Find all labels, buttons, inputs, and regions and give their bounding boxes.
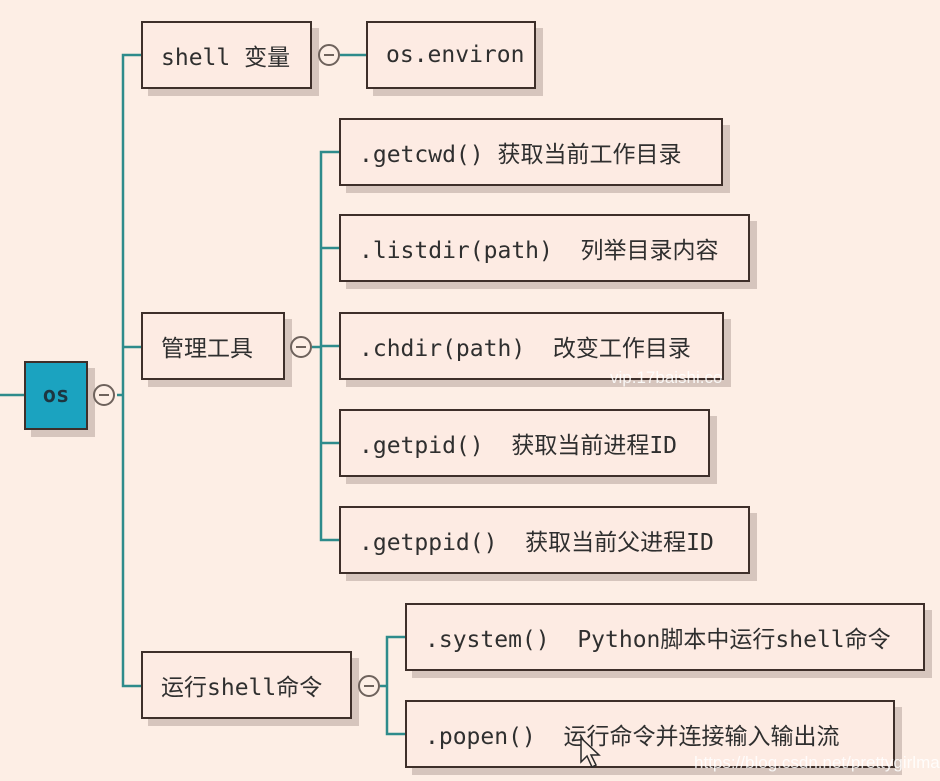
collapse-toggle-root[interactable] [93, 384, 115, 406]
node-label: os.environ [386, 42, 525, 68]
node-getpid[interactable]: .getpid() 获取当前进程ID [339, 409, 710, 477]
root-node-os[interactable]: os [24, 361, 88, 430]
collapse-toggle-run-shell-commands[interactable] [358, 675, 380, 697]
node-label: .popen() 运行命令并连接输入输出流 [425, 724, 840, 750]
collapse-toggle-shell-variables[interactable] [318, 44, 340, 66]
node-system[interactable]: .system() Python脚本中运行shell命令 [405, 603, 925, 671]
node-os-environ[interactable]: os.environ [366, 21, 536, 89]
connector-root-trunk [121, 53, 141, 688]
watermark-bottom: https://blog.csdn.net/prettygirlman [694, 753, 940, 772]
node-label: .getppid() 获取当前父进程ID [359, 530, 714, 556]
node-getcwd[interactable]: .getcwd() 获取当前工作目录 [339, 118, 723, 186]
node-label: .getcwd() 获取当前工作目录 [359, 142, 682, 168]
mouse-cursor-icon [580, 737, 601, 769]
node-label: 运行shell命令 [161, 675, 323, 701]
node-label: 管理工具 [161, 336, 253, 362]
collapse-toggle-management-tools[interactable] [290, 336, 312, 358]
node-listdir[interactable]: .listdir(path) 列举目录内容 [339, 214, 750, 282]
node-label: .system() Python脚本中运行shell命令 [425, 627, 891, 653]
watermark-mid: vip.17baishi.co [610, 368, 723, 387]
node-label: .listdir(path) 列举目录内容 [359, 238, 719, 264]
node-label: .chdir(path) 改变工作目录 [359, 336, 691, 362]
node-getppid[interactable]: .getppid() 获取当前父进程ID [339, 506, 750, 574]
node-run-shell-commands[interactable]: 运行shell命令 [141, 651, 352, 719]
connector-run-trunk [385, 635, 405, 736]
node-shell-variables[interactable]: shell 变量 [141, 21, 312, 89]
node-management-tools[interactable]: 管理工具 [141, 312, 285, 380]
node-label: shell 变量 [161, 45, 291, 71]
node-label: .getpid() 获取当前进程ID [359, 433, 678, 459]
root-node-label: os [42, 383, 70, 408]
